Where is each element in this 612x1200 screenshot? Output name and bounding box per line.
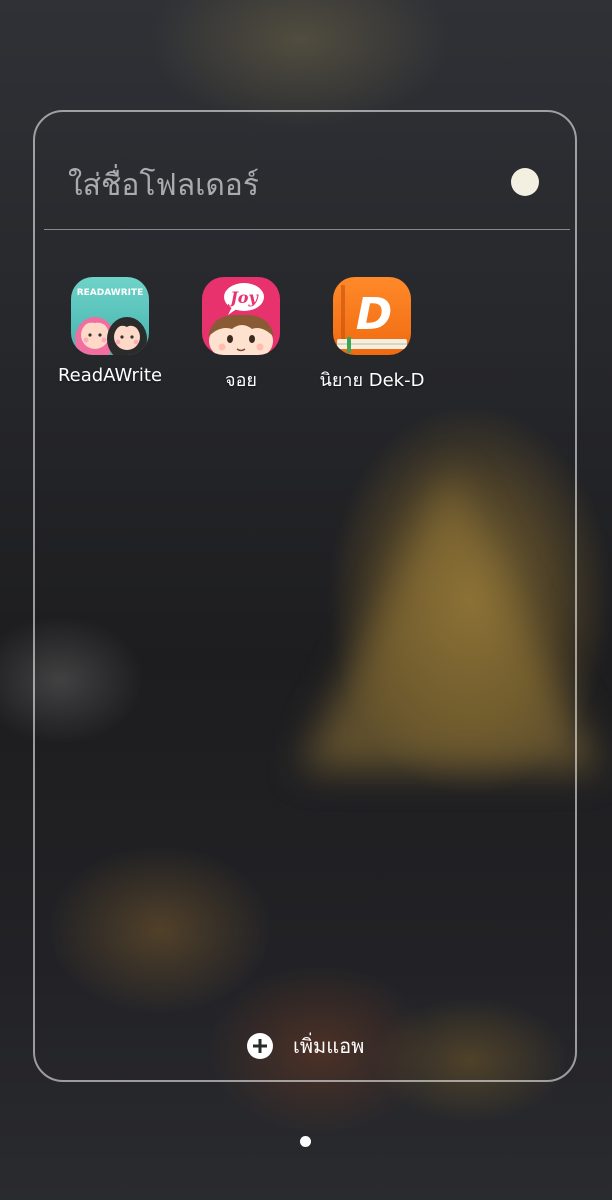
add-apps-label: เพิ่มแอพ (293, 1034, 365, 1058)
app-dekd[interactable]: D นิยาย Dek-D (312, 277, 432, 394)
app-joy[interactable]: Joy จอย (181, 277, 301, 394)
app-readawrite[interactable]: READAWRITE ReadAWrite (50, 277, 170, 386)
app-label: ReadAWrite (57, 365, 163, 386)
plus-circle-icon (247, 1033, 273, 1059)
app-label: นิยาย Dek-D (319, 370, 425, 391)
folder-divider (44, 229, 570, 230)
readawrite-app-icon: READAWRITE (71, 277, 149, 355)
app-label: จอย (225, 370, 257, 391)
add-apps-button[interactable]: เพิ่มแอพ (247, 1030, 364, 1062)
joy-icon-text: Joy (227, 288, 259, 307)
home-screen: ใส่ชื่อโฟลเดอร์ READAWRITE ReadAWrite Jo… (0, 0, 612, 1200)
joy-app-icon: Joy (202, 277, 280, 355)
dekd-app-icon: D (333, 277, 411, 355)
page-indicator-dot (300, 1136, 311, 1147)
folder-panel: ใส่ชื่อโฟลเดอร์ READAWRITE ReadAWrite Jo… (33, 110, 577, 1082)
folder-color-button[interactable] (511, 168, 539, 196)
dekd-icon-text: D (356, 289, 393, 340)
folder-name-input[interactable]: ใส่ชื่อโฟลเดอร์ (68, 162, 259, 209)
svg-text:READAWRITE: READAWRITE (77, 288, 144, 298)
